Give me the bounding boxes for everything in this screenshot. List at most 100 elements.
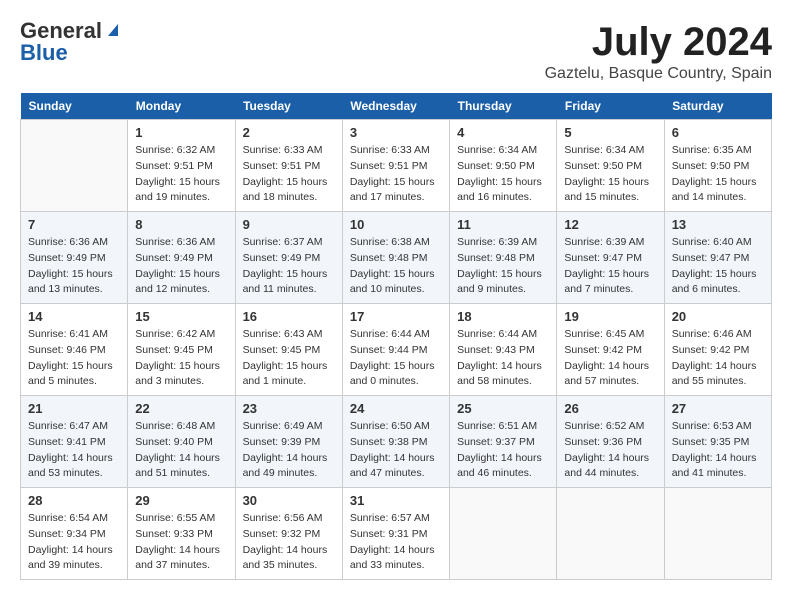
day-number: 7 [28, 217, 120, 232]
calendar-day-cell: 30 Sunrise: 6:56 AM Sunset: 9:32 PM Dayli… [235, 488, 342, 580]
day-number: 27 [672, 401, 764, 416]
day-number: 1 [135, 125, 227, 140]
day-number: 15 [135, 309, 227, 324]
day-number: 24 [350, 401, 442, 416]
calendar-day-cell: 20 Sunrise: 6:46 AM Sunset: 9:42 PM Dayli… [664, 304, 771, 396]
day-number: 6 [672, 125, 764, 140]
day-info: Sunrise: 6:43 AM Sunset: 9:45 PM Dayligh… [243, 327, 335, 390]
calendar-day-cell: 13Sunrise: 6:40 AM Sunset: 9:47 PM Dayli… [664, 212, 771, 304]
page-subtitle: Gaztelu, Basque Country, Spain [545, 65, 772, 83]
day-info: Sunrise: 6:33 AM Sunset: 9:51 PM Dayligh… [350, 143, 442, 206]
day-info: Sunrise: 6:36 AM Sunset: 9:49 PM Dayligh… [135, 235, 227, 298]
day-number: 14 [28, 309, 120, 324]
day-info: Sunrise: 6:49 AM Sunset: 9:39 PM Dayligh… [243, 419, 335, 482]
day-number: 20 [672, 309, 764, 324]
page-title: July 2024 [545, 20, 772, 65]
calendar-day-cell [557, 488, 664, 580]
day-number: 25 [457, 401, 549, 416]
logo: General Blue [20, 20, 122, 64]
logo-general-text: General [20, 20, 102, 42]
day-info: Sunrise: 6:44 AM Sunset: 9:44 PM Dayligh… [350, 327, 442, 390]
calendar-day-cell: 9Sunrise: 6:37 AM Sunset: 9:49 PM Daylig… [235, 212, 342, 304]
calendar-week-row: 14 Sunrise: 6:41 AM Sunset: 9:46 PM Dayli… [21, 304, 772, 396]
calendar-day-cell: 6 Sunrise: 6:35 AM Sunset: 9:50 PM Daylig… [664, 120, 771, 212]
page-header: General Blue July 2024 Gaztelu, Basque C… [20, 20, 772, 83]
day-info: Sunrise: 6:39 AM Sunset: 9:48 PM Dayligh… [457, 235, 549, 298]
day-info: Sunrise: 6:34 AM Sunset: 9:50 PM Dayligh… [564, 143, 656, 206]
day-info: Sunrise: 6:34 AM Sunset: 9:50 PM Dayligh… [457, 143, 549, 206]
calendar-header-cell: Sunday [21, 93, 128, 120]
calendar-day-cell: 11 Sunrise: 6:39 AM Sunset: 9:48 PM Dayli… [450, 212, 557, 304]
day-number: 30 [243, 493, 335, 508]
day-info: Sunrise: 6:55 AM Sunset: 9:33 PM Dayligh… [135, 511, 227, 574]
day-info: Sunrise: 6:48 AM Sunset: 9:40 PM Dayligh… [135, 419, 227, 482]
day-info: Sunrise: 6:41 AM Sunset: 9:46 PM Dayligh… [28, 327, 120, 390]
calendar-day-cell: 12 Sunrise: 6:39 AM Sunset: 9:47 PM Dayli… [557, 212, 664, 304]
calendar-day-cell: 3 Sunrise: 6:33 AM Sunset: 9:51 PM Daylig… [342, 120, 449, 212]
day-info: Sunrise: 6:56 AM Sunset: 9:32 PM Dayligh… [243, 511, 335, 574]
calendar-body: 1Sunrise: 6:32 AM Sunset: 9:51 PM Daylig… [21, 120, 772, 580]
day-number: 18 [457, 309, 549, 324]
day-number: 5 [564, 125, 656, 140]
calendar-day-cell: 25 Sunrise: 6:51 AM Sunset: 9:37 PM Dayli… [450, 396, 557, 488]
day-number: 12 [564, 217, 656, 232]
day-info: Sunrise: 6:36 AM Sunset: 9:49 PM Dayligh… [28, 235, 120, 298]
day-info: Sunrise: 6:50 AM Sunset: 9:38 PM Dayligh… [350, 419, 442, 482]
calendar-day-cell: 5 Sunrise: 6:34 AM Sunset: 9:50 PM Daylig… [557, 120, 664, 212]
day-number: 29 [135, 493, 227, 508]
day-number: 23 [243, 401, 335, 416]
calendar-week-row: 1Sunrise: 6:32 AM Sunset: 9:51 PM Daylig… [21, 120, 772, 212]
calendar-day-cell: 22Sunrise: 6:48 AM Sunset: 9:40 PM Dayli… [128, 396, 235, 488]
day-number: 17 [350, 309, 442, 324]
day-number: 2 [243, 125, 335, 140]
day-number: 11 [457, 217, 549, 232]
calendar-day-cell [450, 488, 557, 580]
calendar-header-cell: Saturday [664, 93, 771, 120]
calendar-day-cell: 1Sunrise: 6:32 AM Sunset: 9:51 PM Daylig… [128, 120, 235, 212]
day-number: 28 [28, 493, 120, 508]
calendar-week-row: 28Sunrise: 6:54 AM Sunset: 9:34 PM Dayli… [21, 488, 772, 580]
calendar-day-cell: 29 Sunrise: 6:55 AM Sunset: 9:33 PM Dayli… [128, 488, 235, 580]
calendar-day-cell: 31Sunrise: 6:57 AM Sunset: 9:31 PM Dayli… [342, 488, 449, 580]
calendar-day-cell: 18 Sunrise: 6:44 AM Sunset: 9:43 PM Dayli… [450, 304, 557, 396]
calendar-day-cell: 17 Sunrise: 6:44 AM Sunset: 9:44 PM Dayli… [342, 304, 449, 396]
logo-blue-text: Blue [20, 40, 68, 65]
day-number: 3 [350, 125, 442, 140]
calendar-header-cell: Tuesday [235, 93, 342, 120]
day-info: Sunrise: 6:35 AM Sunset: 9:50 PM Dayligh… [672, 143, 764, 206]
calendar-day-cell: 24 Sunrise: 6:50 AM Sunset: 9:38 PM Dayli… [342, 396, 449, 488]
calendar-day-cell: 28Sunrise: 6:54 AM Sunset: 9:34 PM Dayli… [21, 488, 128, 580]
calendar-day-cell: 15Sunrise: 6:42 AM Sunset: 9:45 PM Dayli… [128, 304, 235, 396]
day-info: Sunrise: 6:53 AM Sunset: 9:35 PM Dayligh… [672, 419, 764, 482]
day-info: Sunrise: 6:45 AM Sunset: 9:42 PM Dayligh… [564, 327, 656, 390]
calendar-day-cell [664, 488, 771, 580]
calendar-header-cell: Monday [128, 93, 235, 120]
day-info: Sunrise: 6:40 AM Sunset: 9:47 PM Dayligh… [672, 235, 764, 298]
day-number: 31 [350, 493, 442, 508]
day-number: 10 [350, 217, 442, 232]
calendar-day-cell: 23 Sunrise: 6:49 AM Sunset: 9:39 PM Dayli… [235, 396, 342, 488]
calendar-day-cell: 4Sunrise: 6:34 AM Sunset: 9:50 PM Daylig… [450, 120, 557, 212]
day-number: 26 [564, 401, 656, 416]
calendar-day-cell: 14 Sunrise: 6:41 AM Sunset: 9:46 PM Dayli… [21, 304, 128, 396]
day-info: Sunrise: 6:39 AM Sunset: 9:47 PM Dayligh… [564, 235, 656, 298]
calendar-day-cell: 10Sunrise: 6:38 AM Sunset: 9:48 PM Dayli… [342, 212, 449, 304]
day-number: 21 [28, 401, 120, 416]
calendar-day-cell: 26Sunrise: 6:52 AM Sunset: 9:36 PM Dayli… [557, 396, 664, 488]
day-info: Sunrise: 6:51 AM Sunset: 9:37 PM Dayligh… [457, 419, 549, 482]
day-info: Sunrise: 6:47 AM Sunset: 9:41 PM Dayligh… [28, 419, 120, 482]
calendar-table: SundayMondayTuesdayWednesdayThursdayFrid… [20, 93, 772, 580]
day-info: Sunrise: 6:33 AM Sunset: 9:51 PM Dayligh… [243, 143, 335, 206]
calendar-day-cell: 19 Sunrise: 6:45 AM Sunset: 9:42 PM Dayli… [557, 304, 664, 396]
calendar-day-cell: 2 Sunrise: 6:33 AM Sunset: 9:51 PM Daylig… [235, 120, 342, 212]
calendar-day-cell: 21 Sunrise: 6:47 AM Sunset: 9:41 PM Dayli… [21, 396, 128, 488]
day-info: Sunrise: 6:44 AM Sunset: 9:43 PM Dayligh… [457, 327, 549, 390]
calendar-day-cell: 8Sunrise: 6:36 AM Sunset: 9:49 PM Daylig… [128, 212, 235, 304]
day-number: 19 [564, 309, 656, 324]
calendar-header-row: SundayMondayTuesdayWednesdayThursdayFrid… [21, 93, 772, 120]
calendar-week-row: 21 Sunrise: 6:47 AM Sunset: 9:41 PM Dayli… [21, 396, 772, 488]
day-number: 16 [243, 309, 335, 324]
day-info: Sunrise: 6:37 AM Sunset: 9:49 PM Dayligh… [243, 235, 335, 298]
day-info: Sunrise: 6:46 AM Sunset: 9:42 PM Dayligh… [672, 327, 764, 390]
calendar-week-row: 7 Sunrise: 6:36 AM Sunset: 9:49 PM Daylig… [21, 212, 772, 304]
